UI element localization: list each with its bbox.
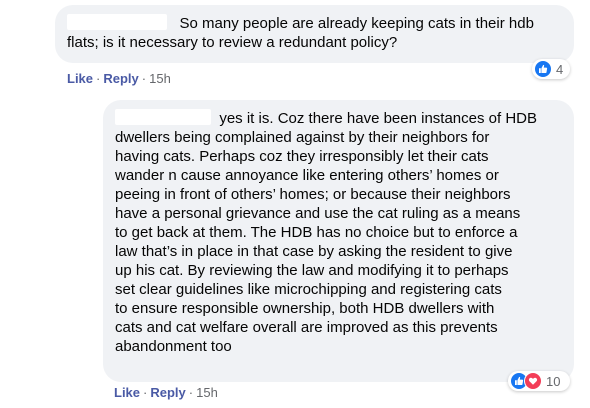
redacted-author-name[interactable] xyxy=(115,109,211,125)
like-link[interactable]: Like xyxy=(114,385,140,400)
separator: · xyxy=(96,71,101,86)
comment-line: So many people are already keeping cats … xyxy=(179,15,534,32)
comment-line: have a personal grievance and use the ca… xyxy=(115,205,521,222)
reply-link[interactable]: Reply xyxy=(150,385,185,400)
timestamp[interactable]: 15h xyxy=(149,71,171,86)
comment-line: peeing in front of others’ homes; or bec… xyxy=(115,186,511,203)
comment-line: cats and cat welfare overall are improve… xyxy=(115,319,498,336)
comment-line: having cats. Perhaps coz they irresponsi… xyxy=(115,148,489,165)
reaction-summary[interactable]: 10 xyxy=(508,371,570,391)
love-icon xyxy=(524,372,542,390)
comment-line: dwellers being complained against by the… xyxy=(115,129,490,146)
separator: · xyxy=(143,385,148,400)
comment-line: set clear guidelines like microchipping … xyxy=(115,281,502,298)
comment-line: wander n cause annoyance like entering o… xyxy=(115,167,499,184)
like-link[interactable]: Like xyxy=(67,71,93,86)
reaction-summary[interactable]: 4 xyxy=(532,59,570,79)
reaction-count: 4 xyxy=(556,61,564,77)
comment-line: law that’s in place in that case by aski… xyxy=(115,243,513,260)
comment-line: to ensure responsible ownership, both HD… xyxy=(115,300,495,317)
comment-bubble-2: yes it is. Coz there have been instances… xyxy=(103,100,574,382)
like-icon xyxy=(534,60,552,78)
separator: · xyxy=(141,71,147,86)
comment-bubble-1: So many people are already keeping cats … xyxy=(55,5,574,63)
comment-actions: Like · Reply · 15h xyxy=(114,385,218,400)
comment-line: up his cat. By reviewing the law and mod… xyxy=(115,262,509,279)
reply-link[interactable]: Reply xyxy=(103,71,138,86)
redacted-author-name[interactable] xyxy=(67,14,167,30)
comment-line: abandonment too xyxy=(115,338,232,355)
comment-line: yes it is. Coz there have been instances… xyxy=(219,110,538,127)
comment-line: to get back at them. The HDB has no choi… xyxy=(115,224,518,241)
timestamp[interactable]: 15h xyxy=(196,385,218,400)
comment-actions: Like · Reply · 15h xyxy=(67,71,171,86)
comment-text: So many people are already keeping cats … xyxy=(67,14,562,52)
separator: · xyxy=(188,385,194,400)
comment-line: flats; is it necessary to review a redun… xyxy=(67,34,398,51)
comment-text: yes it is. Coz there have been instances… xyxy=(115,109,562,356)
reaction-count: 10 xyxy=(546,373,561,389)
